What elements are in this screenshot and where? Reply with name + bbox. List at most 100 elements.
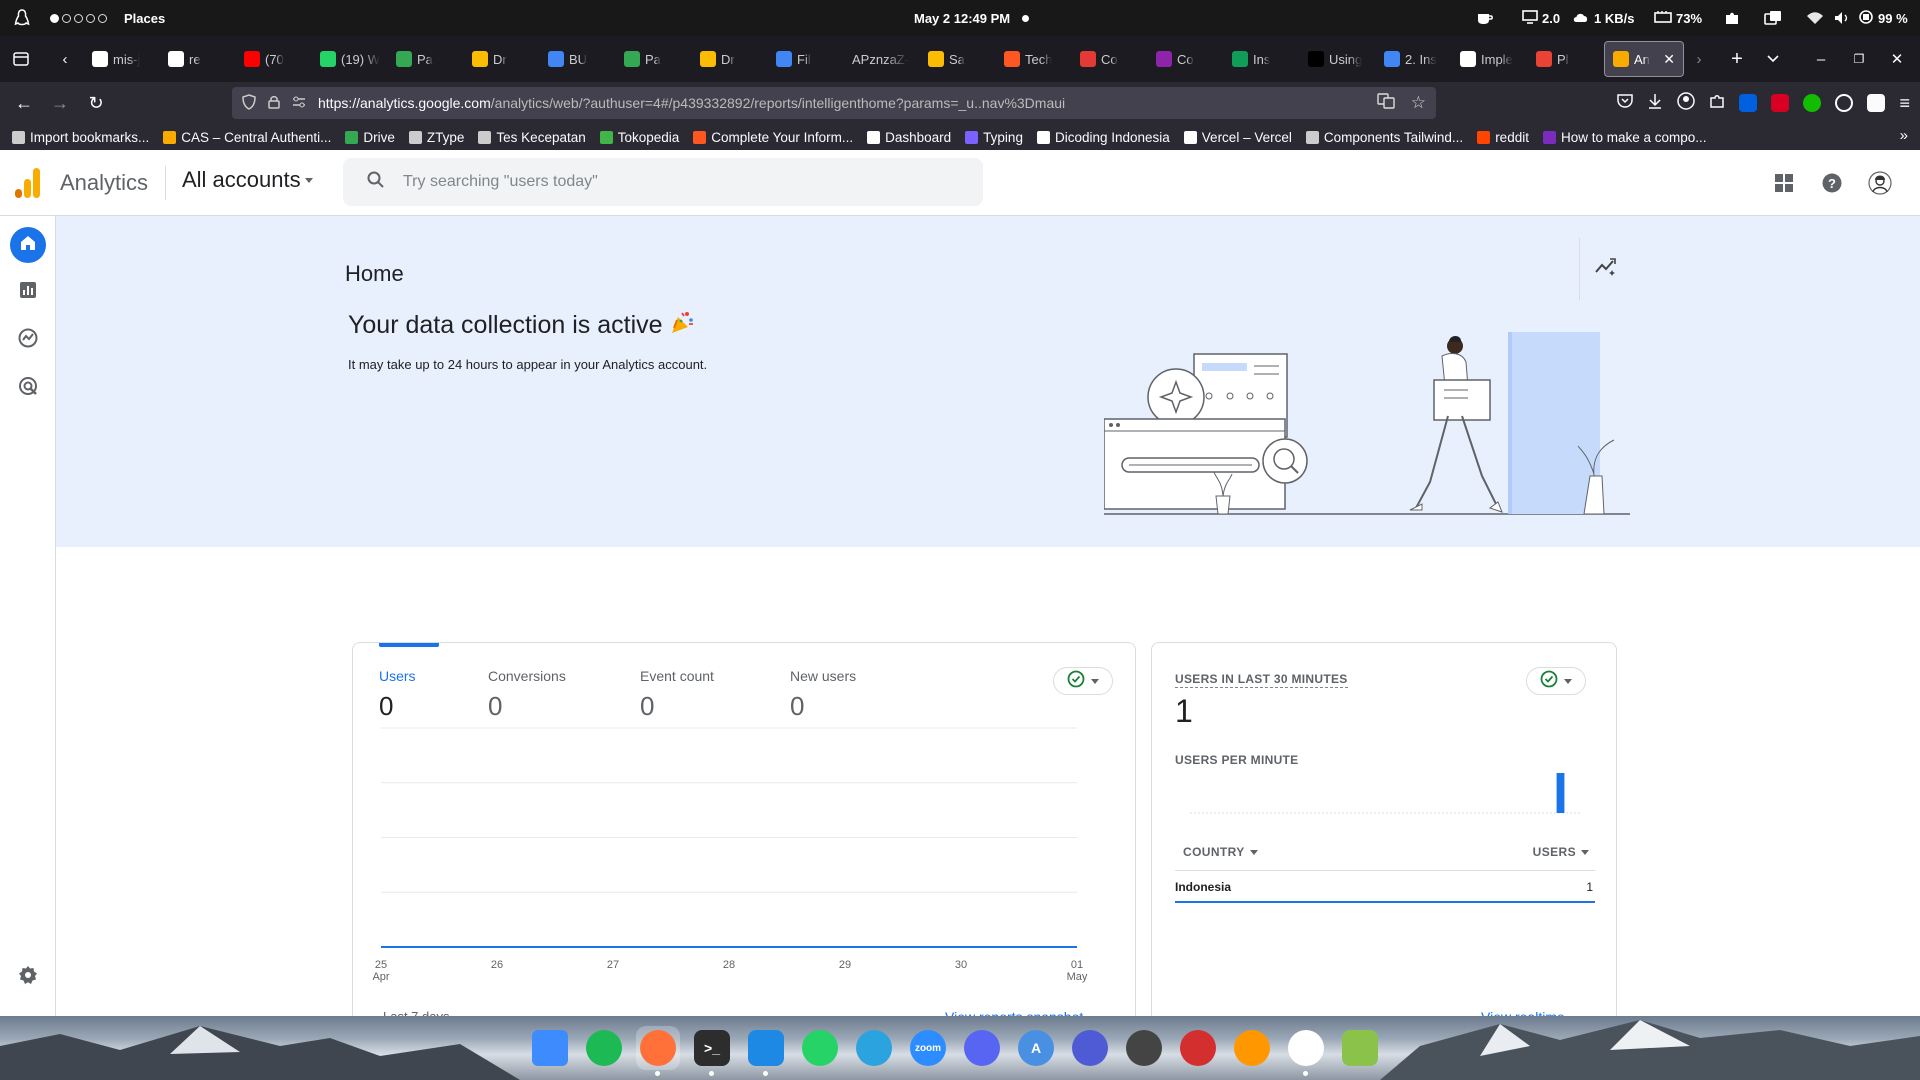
nav-advertising-button[interactable] (10, 370, 46, 406)
dock-app-terminal[interactable]: >_ (690, 1026, 734, 1076)
tabs-scroll-right-icon[interactable]: › (1684, 44, 1714, 74)
browser-tab[interactable]: Tech (996, 41, 1072, 77)
users-column-header[interactable]: USERS (1533, 845, 1589, 859)
bookmark-item[interactable]: Dicoding Indonesia (1036, 130, 1170, 145)
browser-tab[interactable]: BU (540, 41, 616, 77)
reload-button[interactable]: ↻ (78, 87, 114, 119)
realtime-title[interactable]: USERS IN LAST 30 MINUTES (1175, 672, 1348, 688)
close-window-button[interactable]: ✕ (1882, 44, 1912, 74)
browser-tab[interactable]: Co (1072, 41, 1148, 77)
dock-app-layers[interactable] (1338, 1026, 1382, 1070)
wifi-icon[interactable] (1806, 0, 1824, 36)
dock-app-vscode[interactable] (744, 1026, 788, 1076)
help-icon[interactable]: ? (1819, 170, 1845, 196)
bookmark-item[interactable]: Typing (965, 130, 1023, 145)
bookmark-item[interactable]: Tokopedia (599, 130, 679, 145)
browser-tab[interactable]: 2. Ins (1376, 41, 1452, 77)
browser-tab[interactable]: Imple (1452, 41, 1528, 77)
dock-app-chrome[interactable] (1284, 1026, 1328, 1076)
dock-app-recorder[interactable] (1176, 1026, 1220, 1070)
clock[interactable]: May 2 12:49 PM (914, 0, 1010, 36)
cpu-indicator[interactable]: 2.0 (1522, 0, 1560, 36)
browser-tab[interactable]: Sa (920, 41, 996, 77)
workspace-dot[interactable] (62, 13, 71, 23)
workspace-dot[interactable] (74, 13, 83, 23)
dock-app-discord[interactable] (960, 1026, 1004, 1070)
extension-badge-icon[interactable] (1771, 94, 1790, 112)
bookmark-item[interactable]: Tes Kecepatan (478, 130, 586, 145)
workspace-dot[interactable] (86, 13, 95, 23)
browser-tab[interactable]: Dr (464, 41, 540, 77)
dock-app-color-picker[interactable] (1230, 1026, 1274, 1070)
workspace-indicator[interactable] (50, 0, 107, 36)
bookmark-item[interactable]: CAS – Central Authenti... (163, 130, 331, 145)
user-avatar[interactable] (1867, 170, 1893, 196)
extension-react-icon[interactable] (1835, 94, 1854, 112)
search-input[interactable] (403, 173, 923, 191)
dock-app-whatsapp[interactable] (798, 1026, 842, 1070)
nav-reports-button[interactable] (10, 274, 46, 310)
bookmark-item[interactable]: Drive (345, 130, 395, 145)
bookmark-item[interactable]: ZType (408, 130, 464, 145)
dock-app-spotify[interactable] (582, 1026, 626, 1070)
extensions-puzzle-icon[interactable] (1724, 0, 1740, 36)
places-menu[interactable]: Places (124, 0, 165, 36)
dock-app-vpn[interactable] (1068, 1026, 1112, 1070)
downloads-icon[interactable] (1647, 93, 1663, 114)
forward-button[interactable]: → (42, 87, 78, 119)
workspace-dot[interactable] (50, 13, 59, 23)
browser-tab[interactable]: Pl (1528, 41, 1604, 77)
dock-app-app-grid[interactable] (528, 1026, 572, 1070)
product-name[interactable]: Analytics (60, 170, 148, 196)
volume-icon[interactable] (1834, 0, 1850, 36)
browser-tab[interactable]: (70 (236, 41, 312, 77)
workspace-dot[interactable] (98, 13, 107, 23)
bookmark-item[interactable]: How to make a compo... (1542, 130, 1707, 145)
restore-window-button[interactable]: ❐ (1844, 44, 1874, 74)
browser-tab[interactable]: Co (1148, 41, 1224, 77)
browser-tab[interactable]: Dr (692, 41, 768, 77)
list-all-tabs-icon[interactable] (1758, 44, 1788, 74)
firefox-view-icon[interactable] (6, 44, 36, 74)
dock-app-zoom[interactable]: zoom (906, 1026, 950, 1070)
app-menu-icon[interactable]: ≡ (1899, 93, 1910, 114)
dock-app-telegram[interactable] (852, 1026, 896, 1070)
account-icon[interactable] (1677, 91, 1696, 115)
apps-grid-icon[interactable] (1771, 170, 1797, 196)
extension-square-icon[interactable] (1867, 94, 1886, 112)
close-tab-icon[interactable]: ✕ (1663, 51, 1675, 68)
browser-tab[interactable]: (19) W (312, 41, 388, 77)
extension-new-icon[interactable] (1739, 94, 1758, 112)
coffee-icon[interactable] (1476, 0, 1494, 36)
battery-indicator[interactable]: 99 % (1858, 0, 1908, 36)
account-selector[interactable]: All accounts (182, 167, 313, 193)
extension-leaf-icon[interactable] (1803, 94, 1822, 112)
back-button[interactable]: ← (6, 87, 42, 119)
browser-tab[interactable]: An ✕ (1604, 41, 1684, 77)
tracking-shield-icon[interactable] (242, 93, 256, 113)
dock-app-firefox[interactable] (636, 1026, 680, 1076)
bookmark-item[interactable]: Complete Your Inform... (693, 130, 853, 145)
bookmark-item[interactable]: Components Tailwind... (1305, 130, 1463, 145)
distro-logo-icon[interactable] (14, 0, 30, 36)
bookmark-item[interactable]: Import bookmarks... (12, 130, 149, 145)
country-column-header[interactable]: COUNTRY (1183, 845, 1258, 859)
table-row[interactable]: Indonesia 1 (1175, 871, 1595, 903)
insights-button[interactable] (1589, 252, 1623, 286)
analytics-logo-icon[interactable] (15, 168, 41, 198)
browser-tab[interactable]: Pa (388, 41, 464, 77)
realtime-compare-button[interactable] (1526, 667, 1586, 695)
pocket-icon[interactable] (1617, 93, 1634, 113)
admin-settings-button[interactable] (14, 963, 42, 991)
dock-app-app-store[interactable]: A (1014, 1026, 1058, 1070)
browser-tab[interactable]: mis-j (84, 41, 160, 77)
bookmark-item[interactable]: Vercel – Vercel (1183, 130, 1292, 145)
nav-home-button[interactable] (10, 227, 46, 263)
bookmarks-overflow-icon[interactable]: » (1900, 127, 1908, 144)
search-box[interactable] (343, 158, 983, 206)
browser-tab[interactable]: Fil (768, 41, 844, 77)
bookmark-item[interactable]: Dashboard (867, 130, 951, 145)
minimize-window-button[interactable]: – (1806, 44, 1836, 74)
bookmark-star-icon[interactable]: ☆ (1411, 93, 1426, 113)
translate-icon[interactable] (1377, 93, 1395, 113)
